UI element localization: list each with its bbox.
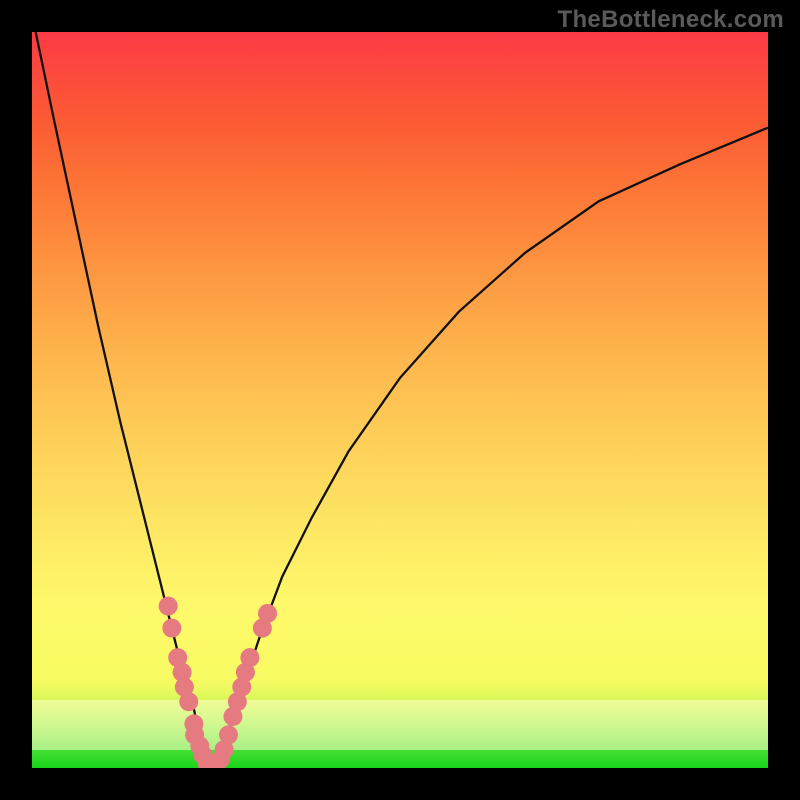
bottleneck-curve	[36, 32, 768, 768]
highlight-band	[32, 700, 768, 750]
data-marker	[175, 678, 194, 697]
data-marker	[223, 707, 242, 726]
bottleneck-curve-svg	[32, 32, 768, 768]
data-marker	[236, 663, 255, 682]
plot-area	[32, 32, 768, 768]
data-marker	[228, 692, 247, 711]
data-marker	[232, 678, 251, 697]
data-marker	[207, 755, 226, 768]
data-marker	[215, 740, 234, 759]
data-marker	[168, 648, 187, 667]
data-marker	[173, 663, 192, 682]
data-marker	[179, 692, 198, 711]
data-marker	[185, 725, 204, 744]
data-marker	[201, 756, 220, 768]
data-marker	[253, 619, 272, 638]
data-marker	[162, 619, 181, 638]
data-marker	[190, 736, 209, 755]
data-marker	[159, 597, 178, 616]
marker-group	[159, 597, 277, 768]
data-marker	[211, 750, 230, 768]
data-marker	[193, 745, 212, 764]
data-marker	[258, 604, 277, 623]
data-marker	[219, 725, 238, 744]
data-marker	[198, 754, 217, 768]
watermark-text: TheBottleneck.com	[558, 6, 784, 34]
chart-frame: TheBottleneck.com	[0, 0, 800, 800]
data-marker	[240, 648, 259, 667]
data-marker	[184, 714, 203, 733]
